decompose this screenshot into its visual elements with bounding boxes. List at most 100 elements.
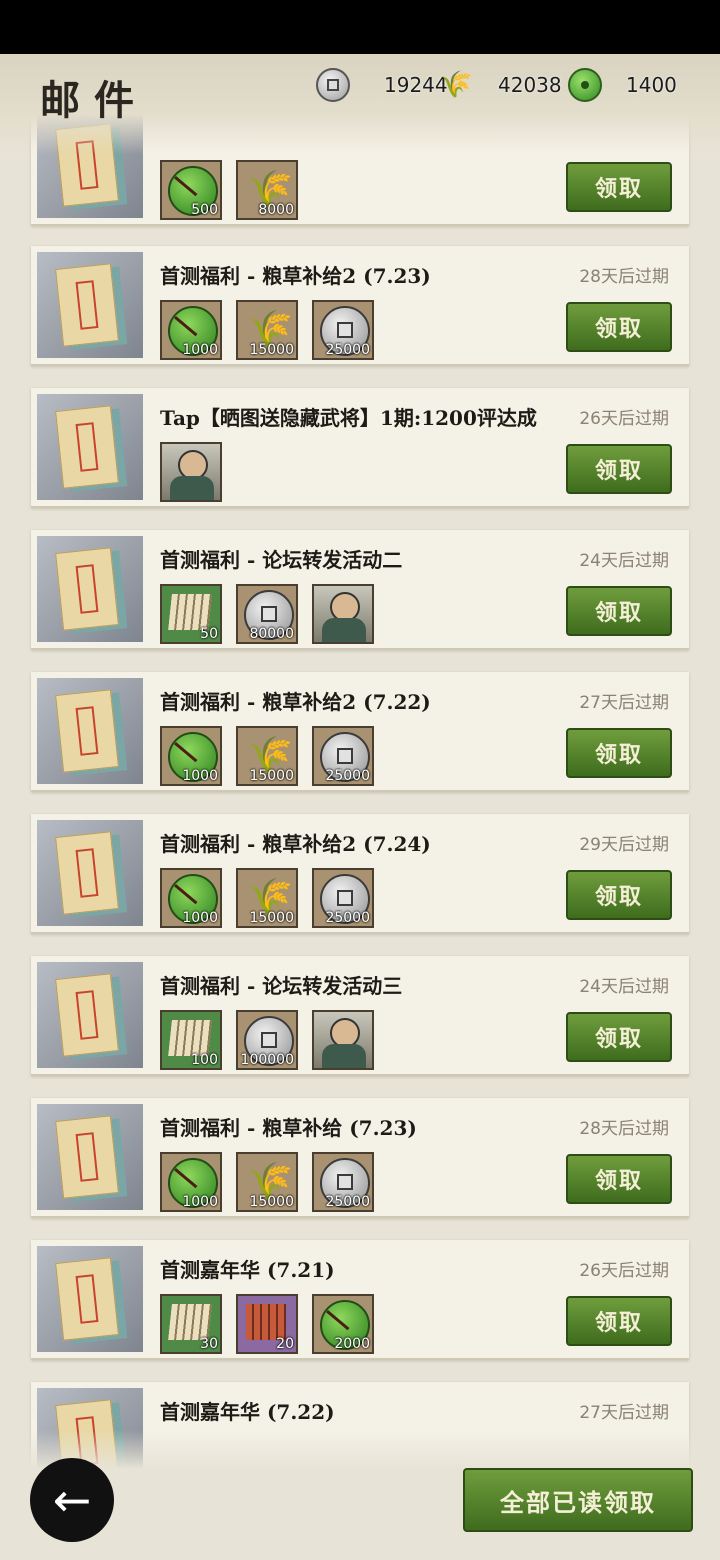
envelope-icon [55, 1257, 119, 1341]
back-arrow-icon: ← [52, 1473, 92, 1527]
reward-quantity: 15000 [249, 910, 294, 926]
reward-quantity: 20 [276, 1336, 294, 1352]
envelope-thumb [37, 1104, 143, 1210]
grain-counter: 🌾 42038 [440, 68, 562, 102]
grain-icon: 🌾 [440, 70, 473, 100]
mail-expiry: 24天后过期 [579, 551, 669, 571]
reward-quantity: 100000 [240, 1052, 294, 1068]
reward-quantity: 80000 [249, 626, 294, 642]
reward-coin-icon[interactable]: 25000 [312, 868, 374, 928]
reward-grain-icon[interactable]: 15000 [236, 726, 298, 786]
mail-expiry: 24天后过期 [579, 977, 669, 997]
reward-quantity: 1000 [182, 1194, 218, 1210]
reward-coin-icon[interactable]: 100000 [236, 1010, 298, 1070]
mail-item[interactable]: 首测嘉年华 (7.21) 26天后过期 30 20 2000 领取 [31, 1240, 689, 1360]
mail-expiry: 29天后过期 [579, 835, 669, 855]
mail-item[interactable]: 首测福利 - 粮草补给2 (7.22) 27天后过期 1000 15000 25000 领… [31, 672, 689, 792]
mail-item[interactable]: 首测福利 - 粮草补给2 (7.23) 28天后过期 1000 15000 25000 领… [31, 246, 689, 366]
claim-button[interactable]: 领取 [566, 870, 672, 920]
reward-items: 30 20 2000 [160, 1294, 374, 1354]
reward-quantity: 50 [200, 626, 218, 642]
reward-quantity: 2000 [334, 1336, 370, 1352]
jade-icon [568, 68, 602, 102]
mail-title: 首测嘉年华 (7.22) [160, 1400, 335, 1424]
reward-quantity: 500 [191, 202, 218, 218]
status-bar [0, 0, 720, 54]
reward-quantity: 30 [200, 1336, 218, 1352]
reward-coin-icon[interactable]: 80000 [236, 584, 298, 644]
envelope-thumb [37, 962, 143, 1068]
reward-jade-icon[interactable]: 500 [160, 160, 222, 220]
mail-expiry: 28天后过期 [579, 1119, 669, 1139]
reward-items: 1000 15000 25000 [160, 300, 374, 360]
envelope-icon [55, 405, 119, 489]
claim-button[interactable]: 领取 [566, 586, 672, 636]
claim-button[interactable]: 领取 [566, 302, 672, 352]
mail-expiry: 27天后过期 [579, 693, 669, 713]
reward-jade-icon[interactable]: 2000 [312, 1294, 374, 1354]
envelope-icon [55, 547, 119, 631]
reward-grain-icon[interactable]: 15000 [236, 868, 298, 928]
reward-jade-icon[interactable]: 1000 [160, 726, 222, 786]
reward-jade-icon[interactable]: 1000 [160, 1152, 222, 1212]
reward-hero-icon[interactable] [160, 442, 222, 502]
mail-title: 首测福利 - 论坛转发活动二 [160, 548, 403, 572]
claim-button[interactable]: 领取 [566, 728, 672, 778]
envelope-icon [55, 831, 119, 915]
reward-hero-icon[interactable] [312, 584, 374, 644]
reward-quantity: 1000 [182, 910, 218, 926]
reward-quantity: 25000 [325, 342, 370, 358]
claim-button[interactable]: 领取 [566, 1296, 672, 1346]
reward-quantity: 15000 [249, 1194, 294, 1210]
mail-item[interactable]: 首测福利 - 粮草补给2 (7.24) 29天后过期 1000 15000 25000 领… [31, 814, 689, 934]
back-button[interactable]: ← [30, 1458, 114, 1542]
claim-button[interactable]: 领取 [566, 444, 672, 494]
reward-quantity: 1000 [182, 768, 218, 784]
reward-grain-icon[interactable]: 15000 [236, 300, 298, 360]
envelope-thumb [37, 820, 143, 926]
reward-jade-icon[interactable]: 1000 [160, 868, 222, 928]
reward-quantity: 25000 [325, 1194, 370, 1210]
reward-quantity: 15000 [249, 768, 294, 784]
mail-title: 首测福利 - 粮草补给2 (7.23) [160, 264, 431, 288]
envelope-icon [55, 689, 119, 773]
reward-items [160, 442, 222, 502]
reward-coin-icon[interactable]: 25000 [312, 300, 374, 360]
reward-hero-icon[interactable] [312, 1010, 374, 1070]
reward-grain-icon[interactable]: 15000 [236, 1152, 298, 1212]
reward-items: 500 8000 [160, 160, 298, 220]
reward-scroll-icon[interactable]: 30 [160, 1294, 222, 1354]
reward-coin-icon[interactable]: 25000 [312, 1152, 374, 1212]
reward-items: 50 80000 [160, 584, 374, 644]
envelope-thumb [37, 394, 143, 500]
jade-counter: 1400 [568, 68, 677, 102]
reward-scroll-purple-icon[interactable]: 20 [236, 1294, 298, 1354]
reward-grain-icon[interactable]: 8000 [236, 160, 298, 220]
reward-quantity: 15000 [249, 342, 294, 358]
reward-scroll-icon[interactable]: 100 [160, 1010, 222, 1070]
reward-items: 1000 15000 25000 [160, 1152, 374, 1212]
mail-item[interactable]: 首测福利 - 论坛转发活动二 24天后过期 50 80000 领取 [31, 530, 689, 650]
reward-quantity: 1000 [182, 342, 218, 358]
mail-item[interactable]: 首测福利 - 粮草补给 (7.23) 28天后过期 1000 15000 25000 领取 [31, 1098, 689, 1218]
mail-title: 首测福利 - 粮草补给2 (7.22) [160, 690, 431, 714]
mail-item[interactable]: 首测福利 - 论坛转发活动三 24天后过期 100 100000 领取 [31, 956, 689, 1076]
mail-item[interactable]: Tap【晒图送隐藏武将】1期:1200评达成 26天后过期 领取 [31, 388, 689, 508]
reward-jade-icon[interactable]: 1000 [160, 300, 222, 360]
reward-items: 1000 15000 25000 [160, 868, 374, 928]
reward-quantity: 25000 [325, 910, 370, 926]
envelope-thumb [37, 678, 143, 784]
reward-items: 100 100000 [160, 1010, 374, 1070]
reward-quantity: 8000 [258, 202, 294, 218]
coin-icon [316, 68, 350, 102]
envelope-thumb [37, 252, 143, 358]
mail-expiry: 26天后过期 [579, 409, 669, 429]
grain-value: 42038 [498, 73, 562, 97]
claim-all-button[interactable]: 全部已读领取 [463, 1468, 693, 1532]
claim-button[interactable]: 领取 [566, 1154, 672, 1204]
claim-button[interactable]: 领取 [566, 1012, 672, 1062]
mail-title: 首测嘉年华 (7.21) [160, 1258, 335, 1282]
reward-coin-icon[interactable]: 25000 [312, 726, 374, 786]
claim-button[interactable]: 领取 [566, 162, 672, 212]
reward-scroll-icon[interactable]: 50 [160, 584, 222, 644]
